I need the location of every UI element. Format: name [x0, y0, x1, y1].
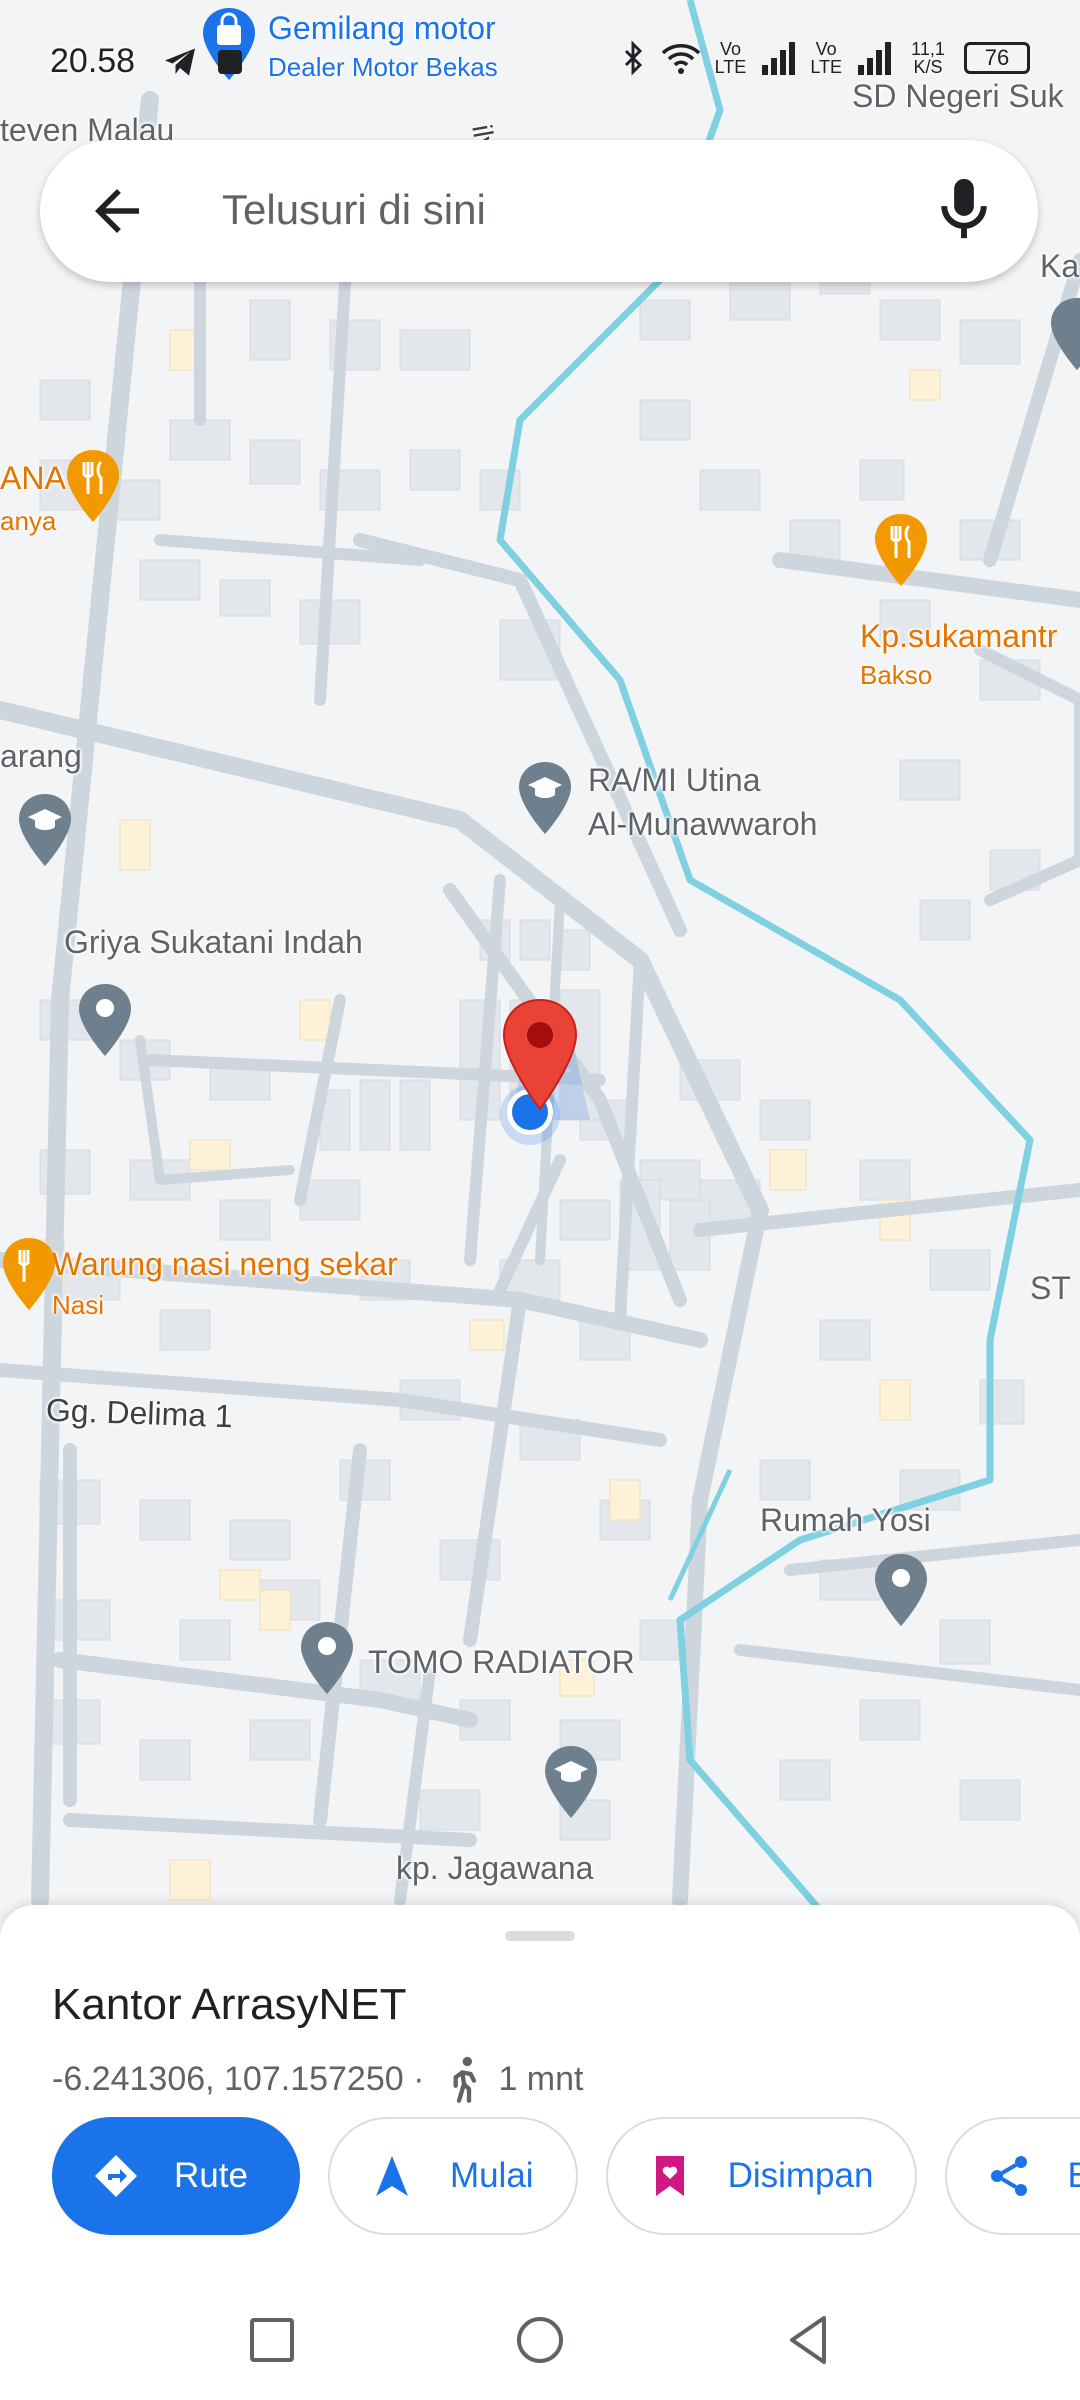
- search-bar[interactable]: Telusuri di sini: [40, 140, 1038, 282]
- map-label-kp-jagawana[interactable]: kp. Jagawana: [396, 1850, 593, 1886]
- share-label: Ba: [1067, 2156, 1080, 2195]
- map-label-st: ST: [1030, 1270, 1071, 1306]
- place-title: Kantor ArrasyNET: [52, 1980, 407, 2029]
- place-pin-icon[interactable]: [872, 1552, 930, 1628]
- maps-screen: Gemilang motor Dealer Motor Bekas teven …: [0, 0, 1080, 2400]
- share-icon: [991, 2156, 1028, 2196]
- school-pin-icon[interactable]: [16, 792, 74, 868]
- start-label: Mulai: [449, 2156, 534, 2195]
- microphone-icon[interactable]: [934, 174, 994, 248]
- signal-icon: [762, 42, 796, 75]
- map-label-nasi: Nasi: [52, 1290, 105, 1320]
- school-pin-icon[interactable]: [1048, 296, 1080, 372]
- recent-apps-icon[interactable]: [242, 2310, 302, 2370]
- volte-icon: Vo LTE: [810, 39, 842, 77]
- navigation-arrow-icon: [375, 2156, 408, 2196]
- map-label-arang: arang: [0, 738, 82, 774]
- battery-icon: 76: [964, 42, 1030, 74]
- place-meta: -6.241306, 107.157250 · 1 mnt: [52, 2055, 583, 2103]
- restaurant-pin-icon[interactable]: [872, 512, 930, 588]
- wifi-icon: [661, 44, 700, 74]
- directions-label: Rute: [174, 2156, 248, 2195]
- map-label-ana[interactable]: ANA: [0, 460, 66, 496]
- status-time: 20.58: [50, 42, 136, 80]
- school-pin-icon[interactable]: [542, 1744, 600, 1820]
- bluetooth-icon: [624, 40, 642, 76]
- map-label-tomo[interactable]: TOMO RADIATOR: [368, 1644, 635, 1680]
- place-bottom-sheet[interactable]: Kantor ArrasyNET -6.241306, 107.157250 ·…: [0, 1905, 1080, 2275]
- start-button[interactable]: Mulai: [327, 2117, 578, 2235]
- map-label-ra-mi-2[interactable]: Al-Munawwaroh: [588, 806, 817, 842]
- map-canvas[interactable]: Gemilang motor Dealer Motor Bekas teven …: [0, 0, 1080, 1910]
- place-pin-icon[interactable]: [298, 1620, 356, 1696]
- place-pin-icon[interactable]: [76, 982, 134, 1058]
- status-bar: 20.58 Vo LTE Vo LTE 11,1 K/S 76: [0, 30, 1080, 100]
- drag-handle[interactable]: [505, 1931, 575, 1941]
- save-label: Disimpan: [727, 2156, 874, 2195]
- map-label-anya: anya: [0, 506, 57, 536]
- map-label-ka: Ka: [1040, 248, 1080, 284]
- map-label-ra-mi-1[interactable]: RA/MI Utina: [588, 762, 760, 798]
- map-label-rumah-yosi[interactable]: Rumah Yosi: [760, 1502, 931, 1538]
- share-button[interactable]: Ba: [945, 2117, 1080, 2235]
- signal-icon: [858, 42, 891, 75]
- action-chips: Rute Mulai Disimpan Ba: [52, 2117, 1080, 2237]
- map-label-griya[interactable]: Griya Sukatani Indah: [64, 924, 363, 960]
- back-nav-icon[interactable]: [778, 2310, 838, 2370]
- network-speed: 11,1 K/S: [911, 39, 945, 77]
- save-button[interactable]: Disimpan: [605, 2117, 918, 2235]
- system-nav-bar: [0, 2275, 1080, 2400]
- school-pin-icon[interactable]: [516, 760, 574, 836]
- walking-icon: [453, 2056, 477, 2103]
- restaurant-pin-icon[interactable]: [0, 1236, 58, 1312]
- restaurant-pin-icon[interactable]: [64, 448, 122, 524]
- home-icon[interactable]: [510, 2310, 570, 2370]
- telegram-icon: [165, 48, 195, 76]
- place-coordinates: -6.241306, 107.157250 ·: [52, 2059, 425, 2098]
- directions-button[interactable]: Rute: [52, 2117, 300, 2235]
- map-label-bakso: Bakso: [860, 660, 933, 690]
- map-label-warung[interactable]: Warung nasi neng sekar: [52, 1246, 398, 1282]
- map-label-gg-delima: Gg. Delima 1: [45, 1391, 234, 1435]
- walk-time: 1 mnt: [498, 2059, 584, 2098]
- directions-icon: [95, 2155, 137, 2197]
- dropped-pin-icon[interactable]: [498, 996, 582, 1114]
- back-arrow-icon[interactable]: [84, 178, 150, 244]
- notification-icon: [218, 50, 242, 74]
- volte-icon: Vo LTE: [714, 39, 747, 77]
- bookmark-icon: [655, 2156, 684, 2196]
- map-label-kp-sukamantri[interactable]: Kp.sukamantr: [860, 618, 1057, 654]
- search-input[interactable]: Telusuri di sini: [222, 186, 486, 234]
